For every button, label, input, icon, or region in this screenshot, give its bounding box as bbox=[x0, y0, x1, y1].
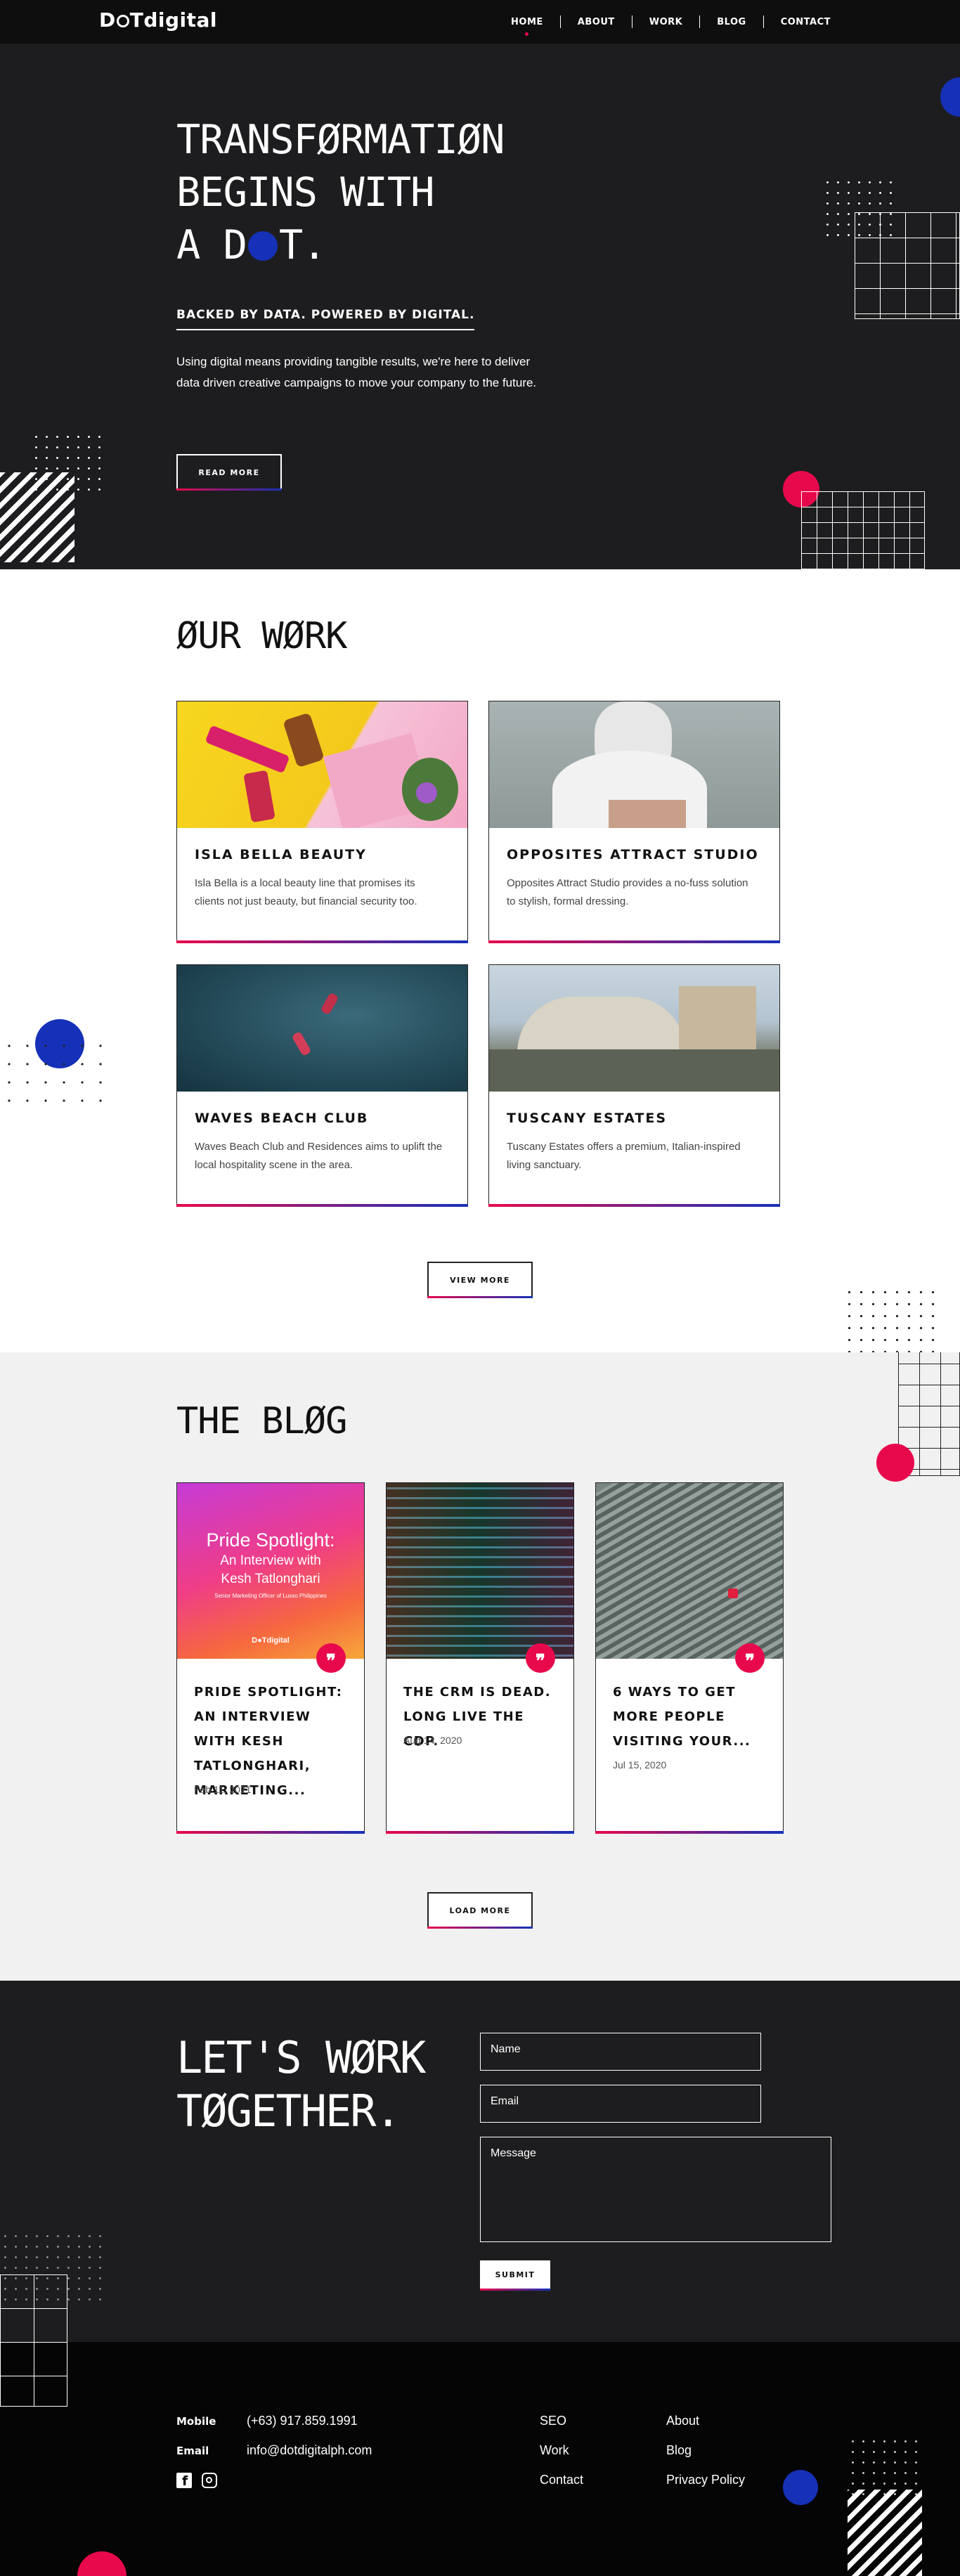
logo-text-d: D bbox=[99, 8, 116, 32]
grid-deco bbox=[855, 212, 960, 319]
mobile-label: Mobile bbox=[176, 2415, 216, 2428]
load-more-button[interactable]: LOAD MORE bbox=[427, 1892, 533, 1929]
view-more-button[interactable]: VIEW MORE bbox=[427, 1262, 533, 1298]
hero-tagline: BACKED BY DATA. POWERED BY DIGITAL. bbox=[176, 308, 475, 330]
work-card-title: OPPOSITES ATTRACT STUDIO bbox=[507, 847, 759, 862]
work-card-image bbox=[489, 701, 779, 828]
hero-description: Using digital means providing tangible r… bbox=[176, 355, 537, 389]
contact-section: LET'S WØRK TØGETHER. Name Email Message … bbox=[0, 1981, 960, 2342]
email-field[interactable]: Email bbox=[480, 2085, 761, 2123]
blog-card-date: Jul 15, 2020 bbox=[613, 1759, 667, 1771]
blog-card-title: 6 WAYS TO GET MORE PEOPLE VISITING YOUR.… bbox=[613, 1685, 751, 1749]
blog-card[interactable]: Pride Spotlight: An Interview with Kesh … bbox=[176, 1482, 365, 1834]
image-text: Pride Spotlight: bbox=[206, 1529, 335, 1551]
work-card[interactable]: ISLA BELLA BEAUTY Isla Bella is a local … bbox=[176, 701, 468, 943]
blue-circle-deco bbox=[940, 77, 960, 117]
work-card-title: ISLA BELLA BEAUTY bbox=[195, 847, 367, 862]
read-more-button[interactable]: READ MORE bbox=[176, 454, 282, 491]
image-text: An Interview with bbox=[220, 1553, 321, 1568]
logo[interactable]: D Tdigital bbox=[99, 8, 217, 32]
our-work-section: ØUR WØRK ISLA BELLA BEAUTY Isla Bella is… bbox=[0, 569, 960, 1352]
stripes-deco bbox=[0, 472, 74, 562]
blog-section: THE BLØG Pride Spotlight: An Interview w… bbox=[0, 1352, 960, 1981]
work-card-title: WAVES BEACH CLUB bbox=[195, 1111, 369, 1126]
nav-blog[interactable]: BLOG bbox=[700, 17, 763, 27]
hero-title-line: A D T. bbox=[176, 222, 327, 268]
nav-home[interactable]: HOME bbox=[494, 17, 560, 36]
image-text: Kesh Tatlonghari bbox=[221, 1572, 320, 1586]
work-card-image bbox=[177, 965, 467, 1092]
footer-link-seo[interactable]: SEO bbox=[540, 2414, 566, 2428]
blue-dot-icon bbox=[247, 231, 278, 261]
grid-deco bbox=[0, 2274, 67, 2342]
footer-link-privacy[interactable]: Privacy Policy bbox=[666, 2473, 745, 2487]
quote-icon: ❞ bbox=[316, 1643, 346, 1673]
dot-pattern-deco bbox=[0, 1037, 105, 1114]
nav-links: HOME ABOUT WORK BLOG CONTACT bbox=[494, 15, 848, 36]
work-card[interactable]: TUSCANY ESTATES Tuscany Estates offers a… bbox=[488, 964, 780, 1207]
work-card[interactable]: OPPOSITES ATTRACT STUDIO Opposites Attra… bbox=[488, 701, 780, 943]
quote-icon: ❞ bbox=[526, 1643, 555, 1673]
image-logo: D●Tdigital bbox=[252, 1636, 290, 1645]
work-card-description: Waves Beach Club and Residences aims to … bbox=[195, 1141, 443, 1171]
facebook-icon[interactable]: f bbox=[176, 2473, 192, 2489]
image-text: Senior Marketing Officer of Lusso Philip… bbox=[214, 1593, 327, 1599]
stripes-deco bbox=[848, 2490, 922, 2576]
blog-card-image bbox=[387, 1483, 573, 1659]
nav-about[interactable]: ABOUT bbox=[561, 17, 632, 27]
mobile-value[interactable]: (+63) 917.859.1991 bbox=[247, 2414, 358, 2428]
work-card-description: Tuscany Estates offers a premium, Italia… bbox=[507, 1141, 741, 1171]
stadium-seats-graphic bbox=[596, 1483, 783, 1659]
contact-title: LET'S WØRK TØGETHER. bbox=[176, 2031, 426, 2138]
work-card-description: Isla Bella is a local beauty line that p… bbox=[195, 877, 417, 907]
work-card-description: Opposites Attract Studio provides a no-f… bbox=[507, 877, 748, 907]
blog-card[interactable]: ❞ THE CRM IS DEAD. LONG LIVE THE CDP. Au… bbox=[386, 1482, 574, 1834]
work-card-image bbox=[177, 701, 467, 828]
work-card-title: TUSCANY ESTATES bbox=[507, 1111, 667, 1126]
footer: Mobile (+63) 917.859.1991 Email info@dot… bbox=[0, 2342, 960, 2576]
submit-button[interactable]: SUBMIT bbox=[480, 2260, 550, 2291]
grid-deco bbox=[0, 2342, 67, 2407]
work-card[interactable]: WAVES BEACH CLUB Waves Beach Club and Re… bbox=[176, 964, 468, 1207]
red-circle-deco bbox=[876, 1444, 914, 1482]
footer-link-contact[interactable]: Contact bbox=[540, 2473, 583, 2487]
contact-title-line: TØGETHER. bbox=[176, 2085, 401, 2137]
footer-link-about[interactable]: About bbox=[666, 2414, 699, 2428]
quote-icon: ❞ bbox=[735, 1643, 765, 1673]
email-value[interactable]: info@dotdigitalph.com bbox=[247, 2443, 372, 2458]
blog-card-date: Feb 11, 2021 bbox=[194, 1784, 252, 1795]
blue-circle-deco bbox=[783, 2470, 818, 2505]
logo-dot-icon bbox=[116, 15, 129, 27]
blog-card-image: Pride Spotlight: An Interview with Kesh … bbox=[177, 1483, 364, 1659]
nav-contact[interactable]: CONTACT bbox=[764, 17, 848, 27]
grid-deco bbox=[801, 491, 925, 569]
footer-link-work[interactable]: Work bbox=[540, 2443, 569, 2458]
active-indicator bbox=[524, 32, 528, 36]
work-card-image bbox=[489, 965, 779, 1092]
email-label: Email bbox=[176, 2445, 209, 2457]
instagram-icon[interactable] bbox=[202, 2473, 217, 2488]
hero-title: TRANSFØRMATIØN BEGINS WITH A D T. bbox=[176, 114, 505, 272]
top-navbar: D Tdigital HOME ABOUT WORK BLOG CONTACT bbox=[0, 0, 960, 44]
contact-title-line: LET'S WØRK bbox=[176, 2032, 426, 2083]
hero-title-line: TRANSFØRMATIØN bbox=[176, 117, 505, 163]
hero-title-line: BEGINS WITH bbox=[176, 169, 435, 216]
logo-text-rest: Tdigital bbox=[129, 8, 218, 32]
blog-card[interactable]: ❞ 6 WAYS TO GET MORE PEOPLE VISITING YOU… bbox=[595, 1482, 784, 1834]
name-field[interactable]: Name bbox=[480, 2033, 761, 2071]
blog-title: THE BLØG bbox=[176, 1400, 347, 1442]
footer-link-blog[interactable]: Blog bbox=[666, 2443, 692, 2458]
hero-section: TRANSFØRMATIØN BEGINS WITH A D T. BACKED … bbox=[0, 44, 960, 569]
blog-card-image bbox=[596, 1483, 783, 1659]
nav-work[interactable]: WORK bbox=[633, 17, 699, 27]
blog-card-date: Aug 14, 2020 bbox=[403, 1735, 462, 1746]
message-field[interactable]: Message bbox=[480, 2137, 831, 2242]
red-circle-deco bbox=[77, 2551, 127, 2576]
dot-pattern-deco bbox=[843, 1286, 935, 1352]
work-title: ØUR WØRK bbox=[176, 615, 347, 657]
dot-pattern-deco bbox=[848, 2436, 925, 2496]
